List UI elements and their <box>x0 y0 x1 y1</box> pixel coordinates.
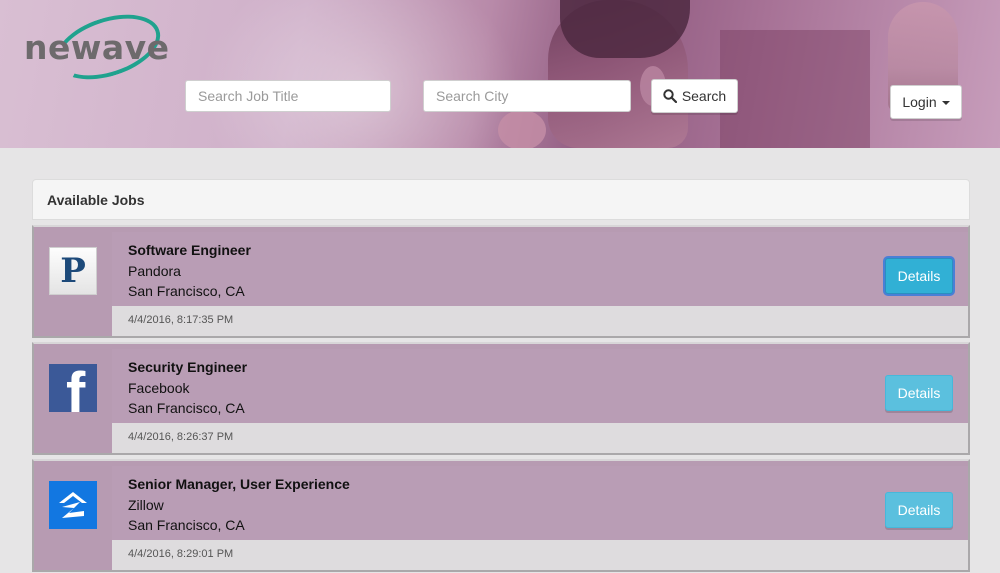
city-search-input[interactable] <box>423 80 631 112</box>
job-company: Zillow <box>128 497 164 513</box>
job-card: f Security Engineer Facebook San Francis… <box>32 342 970 455</box>
panel-heading: Available Jobs <box>32 179 970 220</box>
job-location: San Francisco, CA <box>128 400 245 416</box>
job-posted-timestamp: 4/4/2016, 8:29:01 PM <box>112 540 968 570</box>
job-location: San Francisco, CA <box>128 517 245 533</box>
job-title: Software Engineer <box>128 242 251 258</box>
job-company: Facebook <box>128 380 190 396</box>
banner-background <box>498 110 546 148</box>
details-button[interactable]: Details <box>885 492 953 528</box>
login-dropdown-button[interactable]: Login <box>890 85 962 119</box>
job-posted-timestamp: 4/4/2016, 8:26:37 PM <box>112 423 968 453</box>
details-button[interactable]: Details <box>885 375 953 411</box>
banner-background <box>720 30 870 148</box>
zillow-logo-icon <box>49 481 97 529</box>
job-card: Senior Manager, User Experience Zillow S… <box>32 459 970 572</box>
job-title: Security Engineer <box>128 359 248 375</box>
job-card: P Software Engineer Pandora San Francisc… <box>32 225 970 338</box>
zillow-house-icon <box>59 492 87 518</box>
job-title-search-input[interactable] <box>185 80 391 112</box>
job-card-main: Senior Manager, User Experience Zillow S… <box>112 466 968 540</box>
logo-text: newave <box>24 28 170 67</box>
search-button[interactable]: Search <box>651 79 738 113</box>
job-posted-timestamp: 4/4/2016, 8:17:35 PM <box>112 306 968 336</box>
job-company: Pandora <box>128 263 181 279</box>
pandora-logo-icon: P <box>49 247 97 295</box>
site-logo[interactable]: newave <box>24 2 174 92</box>
search-icon <box>663 89 677 103</box>
caret-down-icon <box>941 101 950 105</box>
facebook-logo-glyph: f <box>66 364 86 413</box>
login-label: Login <box>902 94 937 110</box>
facebook-logo-icon: f <box>49 364 97 412</box>
banner-background <box>200 0 520 148</box>
job-card-main: Software Engineer Pandora San Francisco,… <box>112 232 968 306</box>
job-title: Senior Manager, User Experience <box>128 476 350 492</box>
job-card-main: Security Engineer Facebook San Francisco… <box>112 349 968 423</box>
details-button[interactable]: Details <box>885 258 953 294</box>
available-jobs-panel: Available Jobs P Software Engineer Pando… <box>32 179 970 573</box>
search-button-label: Search <box>681 88 727 104</box>
header-banner: newave Search Login <box>0 0 1000 148</box>
job-location: San Francisco, CA <box>128 283 245 299</box>
